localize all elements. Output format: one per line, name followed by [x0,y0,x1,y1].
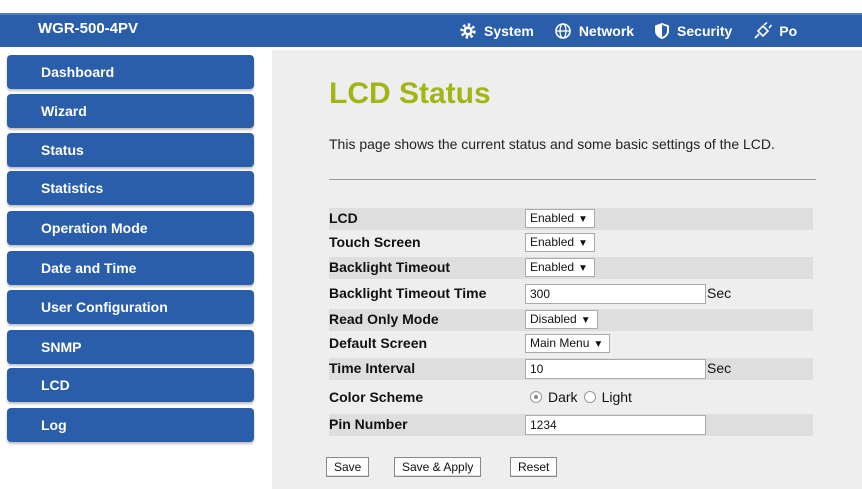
divider [329,179,816,180]
plug-icon [754,22,773,39]
default-screen-select-value: Main Menu [530,336,590,350]
save-and-apply-button[interactable]: Save & Apply [394,457,482,477]
read-only-mode-select[interactable]: Disabled ▼ [525,310,598,329]
color-scheme-dark-radio[interactable] [530,391,542,403]
dropdown-arrow-icon: ▼ [593,339,604,350]
dropdown-arrow-icon: ▼ [580,315,591,326]
nav-power[interactable]: Po [752,20,797,42]
read-only-mode-select-value: Disabled [530,312,577,326]
nav-system[interactable]: System [459,20,534,42]
default-screen-select[interactable]: Main Menu ▼ [525,334,611,353]
nav-security-label: Security [677,23,733,39]
top-nav: System Network Security Po [459,20,817,42]
color-scheme-radio-group: Dark Light [530,389,638,405]
row-color-scheme: Color Scheme Dark Light [329,387,813,409]
sidebar-item-snmp[interactable]: SNMP [7,330,254,364]
sidebar-item-statistics[interactable]: Statistics [7,171,254,205]
row-default-screen: Default Screen Main Menu ▼ [329,333,813,355]
backlight-timeout-label: Backlight Timeout [329,259,451,275]
pin-number-input[interactable] [525,415,706,435]
color-scheme-dark-label: Dark [548,389,578,405]
sidebar-item-wizard[interactable]: Wizard [7,94,254,128]
top-bar: WGR-500-4PV System Network Security Po [0,0,862,50]
shield-icon [655,23,670,39]
backlight-timeout-time-unit: Sec [707,285,732,301]
color-scheme-light-label: Light [601,389,632,405]
page-description: This page shows the current status and s… [329,136,775,152]
nav-network-label: Network [578,23,635,39]
color-scheme-light-radio[interactable] [583,391,596,403]
color-scheme-label: Color Scheme [329,389,424,405]
row-read-only-mode: Read Only Mode Disabled ▼ [329,309,813,331]
row-pin-number: Pin Number [329,414,813,436]
backlight-timeout-time-label: Backlight Timeout Time [329,285,487,301]
row-time-interval: Time Interval Sec [329,358,813,380]
sidebar-item-user-configuration[interactable]: User Configuration [7,290,254,324]
row-backlight-timeout-time: Backlight Timeout Time Sec [329,283,813,305]
touch-screen-select[interactable]: Enabled ▼ [525,233,595,252]
default-screen-label: Default Screen [329,335,428,351]
brand-name: WGR-500-4PV [38,20,139,37]
sidebar-item-date-and-time[interactable]: Date and Time [7,251,254,285]
dropdown-arrow-icon: ▼ [578,238,588,249]
nav-system-label: System [484,23,534,39]
time-interval-unit: Sec [707,360,732,376]
row-backlight-timeout: Backlight Timeout Enabled ▼ [329,257,813,279]
backlight-timeout-select[interactable]: Enabled ▼ [525,258,595,277]
backlight-timeout-select-value: Enabled [530,260,575,274]
lcd-select[interactable]: Enabled ▼ [525,209,595,228]
sidebar-item-log[interactable]: Log [7,408,254,442]
sidebar-item-dashboard[interactable]: Dashboard [7,55,254,89]
gear-icon [460,23,476,39]
nav-network[interactable]: Network [554,20,634,42]
backlight-timeout-time-input[interactable] [525,284,706,304]
row-touch-screen: Touch Screen Enabled ▼ [329,232,813,254]
lcd-select-value: Enabled [530,211,575,225]
page-title: LCD Status [329,77,491,110]
time-interval-input[interactable] [525,359,706,379]
touch-screen-select-value: Enabled [530,235,575,249]
sidebar-item-lcd[interactable]: LCD [7,368,254,402]
time-interval-label: Time Interval [329,360,416,376]
row-lcd: LCD Enabled ▼ [329,208,813,230]
dropdown-arrow-icon: ▼ [578,214,588,225]
globe-icon [555,23,571,39]
dropdown-arrow-icon: ▼ [578,263,588,274]
read-only-mode-label: Read Only Mode [329,311,439,327]
lcd-label: LCD [329,210,358,226]
nav-security[interactable]: Security [654,20,732,42]
sidebar-item-operation-mode[interactable]: Operation Mode [7,211,254,245]
nav-power-label: Po [779,23,798,39]
reset-button[interactable]: Reset [510,457,558,477]
sidebar-item-status[interactable]: Status [7,133,254,167]
save-button[interactable]: Save [326,457,370,477]
touch-screen-label: Touch Screen [329,234,421,250]
pin-number-label: Pin Number [329,416,408,432]
